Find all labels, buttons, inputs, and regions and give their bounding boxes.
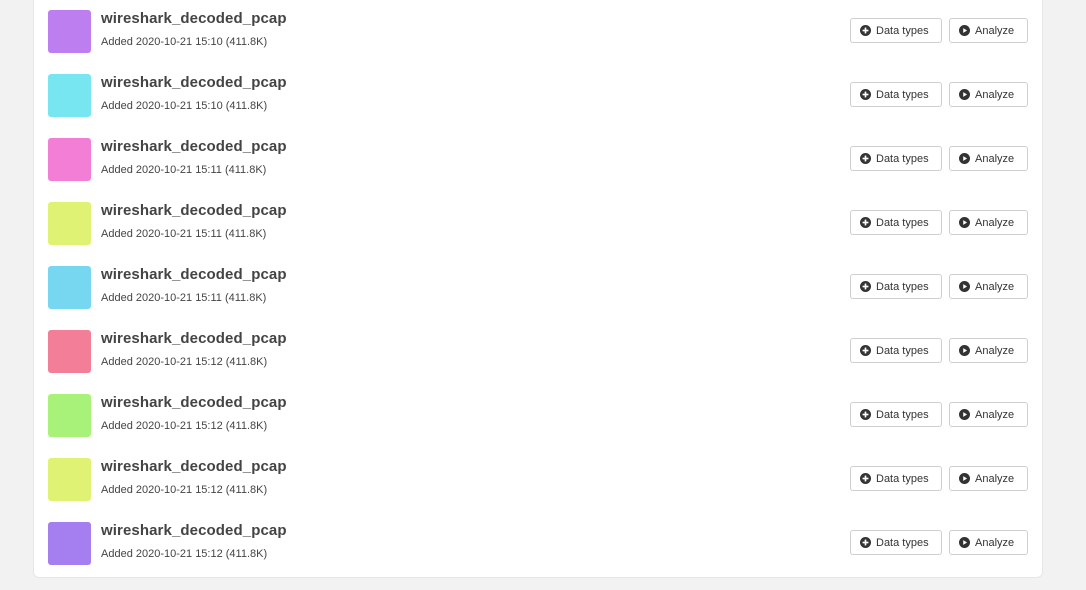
analyze-label: Analyze [975,88,1015,101]
data-types-label: Data types [876,280,929,293]
analyze-button[interactable]: Analyze [949,466,1028,491]
analyze-button[interactable]: Analyze [949,338,1028,363]
analyze-label: Analyze [975,24,1015,37]
analyze-button[interactable]: Analyze [949,82,1028,107]
dataset-color-swatch [48,458,91,501]
dataset-color-swatch [48,74,91,117]
analyze-label: Analyze [975,280,1015,293]
data-types-button[interactable]: Data types [850,338,942,363]
data-types-button[interactable]: Data types [850,18,942,43]
data-types-label: Data types [876,88,929,101]
analyze-button[interactable]: Analyze [949,18,1028,43]
dataset-name[interactable]: wireshark_decoded_pcap [101,138,287,155]
list-item: wireshark_decoded_pcap Added 2020-10-21 … [34,0,1042,64]
plus-circle-icon [860,89,871,100]
analyze-label: Analyze [975,408,1015,421]
data-types-button[interactable]: Data types [850,530,942,555]
dataset-list: wireshark_decoded_pcap Added 2020-10-21 … [34,0,1042,576]
data-types-label: Data types [876,536,929,549]
data-types-label: Data types [876,408,929,421]
list-item: wireshark_decoded_pcap Added 2020-10-21 … [34,320,1042,384]
play-circle-icon [959,281,970,292]
analyze-button[interactable]: Analyze [949,274,1028,299]
dataset-added-info: Added 2020-10-21 15:12 (411.8K) [101,356,268,368]
list-item: wireshark_decoded_pcap Added 2020-10-21 … [34,512,1042,576]
play-circle-icon [959,89,970,100]
dataset-name[interactable]: wireshark_decoded_pcap [101,10,287,27]
plus-circle-icon [860,153,871,164]
data-types-button[interactable]: Data types [850,210,942,235]
list-item: wireshark_decoded_pcap Added 2020-10-21 … [34,256,1042,320]
list-item: wireshark_decoded_pcap Added 2020-10-21 … [34,192,1042,256]
analyze-button[interactable]: Analyze [949,146,1028,171]
dataset-added-info: Added 2020-10-21 15:10 (411.8K) [101,100,268,112]
analyze-label: Analyze [975,536,1015,549]
play-circle-icon [959,25,970,36]
dataset-color-swatch [48,138,91,181]
data-types-button[interactable]: Data types [850,274,942,299]
dataset-added-info: Added 2020-10-21 15:10 (411.8K) [101,36,268,48]
dataset-color-swatch [48,202,91,245]
dataset-name[interactable]: wireshark_decoded_pcap [101,394,287,411]
data-types-label: Data types [876,344,929,357]
dataset-added-info: Added 2020-10-21 15:11 (411.8K) [101,292,267,304]
data-types-button[interactable]: Data types [850,82,942,107]
dataset-name[interactable]: wireshark_decoded_pcap [101,202,287,219]
list-item: wireshark_decoded_pcap Added 2020-10-21 … [34,384,1042,448]
plus-circle-icon [860,281,871,292]
analyze-button[interactable]: Analyze [949,530,1028,555]
data-types-button[interactable]: Data types [850,146,942,171]
analyze-button[interactable]: Analyze [949,402,1028,427]
play-circle-icon [959,473,970,484]
dataset-name[interactable]: wireshark_decoded_pcap [101,522,287,539]
analyze-label: Analyze [975,472,1015,485]
analyze-label: Analyze [975,152,1015,165]
list-item: wireshark_decoded_pcap Added 2020-10-21 … [34,128,1042,192]
plus-circle-icon [860,537,871,548]
play-circle-icon [959,345,970,356]
dataset-added-info: Added 2020-10-21 15:11 (411.8K) [101,164,267,176]
dataset-list-panel: wireshark_decoded_pcap Added 2020-10-21 … [33,0,1043,578]
plus-circle-icon [860,345,871,356]
play-circle-icon [959,537,970,548]
dataset-added-info: Added 2020-10-21 15:12 (411.8K) [101,420,268,432]
list-item: wireshark_decoded_pcap Added 2020-10-21 … [34,448,1042,512]
dataset-color-swatch [48,10,91,53]
dataset-color-swatch [48,330,91,373]
data-types-label: Data types [876,472,929,485]
dataset-name[interactable]: wireshark_decoded_pcap [101,266,287,283]
data-types-button[interactable]: Data types [850,402,942,427]
analyze-button[interactable]: Analyze [949,210,1028,235]
analyze-label: Analyze [975,216,1015,229]
dataset-added-info: Added 2020-10-21 15:11 (411.8K) [101,228,267,240]
dataset-color-swatch [48,266,91,309]
plus-circle-icon [860,25,871,36]
dataset-name[interactable]: wireshark_decoded_pcap [101,330,287,347]
dataset-name[interactable]: wireshark_decoded_pcap [101,458,287,475]
analyze-label: Analyze [975,344,1015,357]
data-types-label: Data types [876,216,929,229]
data-types-label: Data types [876,152,929,165]
plus-circle-icon [860,473,871,484]
plus-circle-icon [860,409,871,420]
list-item: wireshark_decoded_pcap Added 2020-10-21 … [34,64,1042,128]
plus-circle-icon [860,217,871,228]
play-circle-icon [959,217,970,228]
dataset-color-swatch [48,394,91,437]
dataset-color-swatch [48,522,91,565]
dataset-added-info: Added 2020-10-21 15:12 (411.8K) [101,548,268,560]
dataset-name[interactable]: wireshark_decoded_pcap [101,74,287,91]
dataset-added-info: Added 2020-10-21 15:12 (411.8K) [101,484,268,496]
data-types-label: Data types [876,24,929,37]
data-types-button[interactable]: Data types [850,466,942,491]
play-circle-icon [959,409,970,420]
play-circle-icon [959,153,970,164]
